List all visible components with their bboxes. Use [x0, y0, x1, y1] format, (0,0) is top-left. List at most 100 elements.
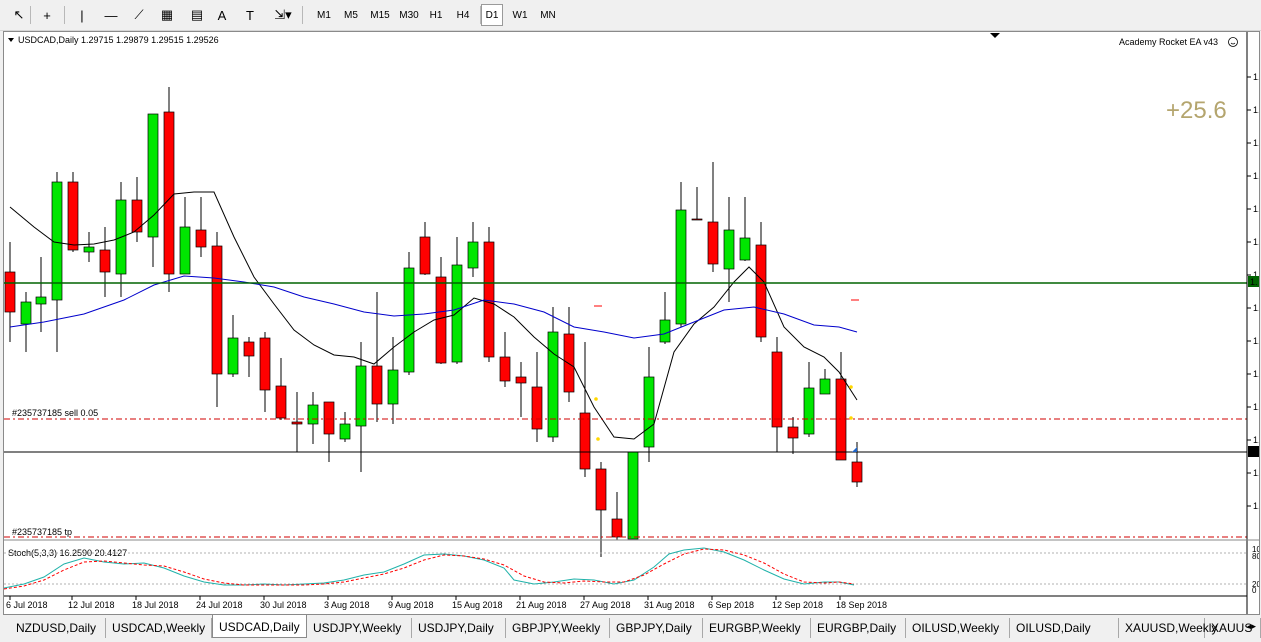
- bear-candle[interactable]: [163, 111, 175, 275]
- bear-candle[interactable]: [755, 244, 767, 338]
- text-label-tool-icon[interactable]: T: [240, 4, 260, 26]
- bear-candle[interactable]: [323, 401, 335, 435]
- chart-shift-marker-icon[interactable]: [990, 33, 1000, 38]
- bear-candle[interactable]: [787, 426, 799, 439]
- chart-tab[interactable]: USDJPY,Weekly: [307, 618, 412, 638]
- arrows-tool-icon[interactable]: ⇲▾: [268, 4, 298, 26]
- bull-candle[interactable]: [675, 209, 687, 325]
- chart-tab[interactable]: OILUSD,Daily: [1010, 618, 1119, 638]
- symbol-dropdown-icon[interactable]: [8, 38, 14, 42]
- toolbar-separator: [302, 6, 303, 24]
- bull-candle[interactable]: [179, 226, 191, 275]
- bear-candle[interactable]: [771, 351, 783, 428]
- bull-candle[interactable]: [83, 246, 95, 253]
- timeframe-button-d1[interactable]: D1: [481, 4, 503, 26]
- timeframe-button-m15[interactable]: M15: [367, 4, 393, 26]
- text-tool-icon[interactable]: A: [212, 4, 232, 26]
- bear-candle[interactable]: [371, 365, 383, 405]
- bear-candle[interactable]: [851, 461, 863, 483]
- toolbar-separator: [30, 6, 31, 24]
- chart-window[interactable]: 1.1.1.1.1.1.1.1.1.1.1.1.1.1.1.1.USDCAD,D…: [3, 31, 1260, 615]
- bull-candle[interactable]: [739, 237, 751, 261]
- bear-candle[interactable]: [99, 249, 111, 273]
- bull-candle[interactable]: [339, 423, 351, 440]
- price-axis-tick-label: 1.: [1253, 501, 1259, 511]
- chart-tab[interactable]: USDCAD,Daily: [212, 615, 307, 638]
- chart-tab[interactable]: USDCAD,Weekly: [106, 618, 212, 638]
- price-axis-tick-label: 1.: [1253, 303, 1259, 313]
- bull-candle[interactable]: [467, 241, 479, 269]
- bull-candle[interactable]: [819, 378, 831, 395]
- symbol-header: USDCAD,Daily 1.29715 1.29879 1.29515 1.2…: [18, 35, 219, 45]
- bull-candle[interactable]: [227, 337, 239, 375]
- bear-candle[interactable]: [579, 412, 591, 470]
- timeframe-button-h4[interactable]: H4: [453, 4, 473, 26]
- bear-candle[interactable]: [691, 218, 703, 221]
- chart-tab[interactable]: OILUSD,Weekly: [906, 618, 1010, 638]
- chart-tab[interactable]: XAUUSD,Weekly: [1119, 618, 1217, 638]
- crosshair-tool-icon[interactable]: +: [36, 4, 58, 26]
- time-axis-label: 21 Aug 2018: [516, 600, 567, 610]
- price-axis-tick-label: 1.: [1253, 237, 1259, 247]
- smiley-mouth: [1230, 42, 1236, 45]
- chart-tab[interactable]: GBPJPY,Daily: [610, 618, 703, 638]
- bull-candle[interactable]: [307, 404, 319, 425]
- timeframe-button-h1[interactable]: H1: [426, 4, 446, 26]
- order-arrow-icon: [852, 447, 857, 452]
- bear-candle[interactable]: [515, 376, 527, 384]
- bear-candle[interactable]: [291, 421, 303, 425]
- timeframe-button-m5[interactable]: M5: [340, 4, 362, 26]
- bear-candle[interactable]: [435, 276, 447, 364]
- time-axis-label: 12 Jul 2018: [68, 600, 115, 610]
- bear-candle[interactable]: [563, 333, 575, 393]
- bull-candle[interactable]: [451, 264, 463, 363]
- bear-candle[interactable]: [131, 199, 143, 233]
- timeframe-button-m1[interactable]: M1: [313, 4, 335, 26]
- bear-candle[interactable]: [595, 468, 607, 511]
- timeframe-button-mn[interactable]: MN: [537, 4, 559, 26]
- bear-candle[interactable]: [707, 221, 719, 265]
- stoch-level-label: 80: [1252, 552, 1259, 561]
- bear-candle[interactable]: [243, 341, 255, 357]
- equidistant-channel-tool-icon[interactable]: ▦: [156, 4, 178, 26]
- bear-candle[interactable]: [531, 386, 543, 430]
- bull-candle[interactable]: [723, 229, 735, 270]
- timeframe-button-m30[interactable]: M30: [397, 4, 421, 26]
- bear-candle[interactable]: [67, 181, 79, 251]
- bull-candle[interactable]: [35, 296, 47, 305]
- bear-candle[interactable]: [4, 271, 16, 313]
- bear-candle[interactable]: [195, 229, 207, 248]
- chart-tab[interactable]: GBPJPY,Weekly: [506, 618, 610, 638]
- bear-candle[interactable]: [259, 337, 271, 391]
- bull-candle[interactable]: [355, 365, 367, 427]
- vertical-line-tool-icon[interactable]: |: [74, 4, 90, 26]
- bear-candle[interactable]: [499, 356, 511, 382]
- chart-canvas[interactable]: 1.1.1.1.1.1.1.1.1.1.1.1.1.1.1.1.USDCAD,D…: [4, 32, 1259, 614]
- tab-scroll-arrows-icon[interactable]: ◂▸: [1247, 621, 1256, 632]
- bull-candle[interactable]: [643, 376, 655, 448]
- bear-candle[interactable]: [419, 236, 431, 275]
- chart-tab[interactable]: EURGBP,Weekly: [703, 618, 811, 638]
- chart-tab[interactable]: USDJPY,Daily: [412, 618, 506, 638]
- timeframe-button-w1[interactable]: W1: [509, 4, 531, 26]
- price-axis-tick-label: 1.: [1253, 72, 1259, 82]
- bear-candle[interactable]: [483, 241, 495, 358]
- bear-candle[interactable]: [611, 518, 623, 538]
- moving-average-fast-line: [9, 191, 858, 440]
- bear-candle[interactable]: [211, 245, 223, 375]
- bear-candle[interactable]: [275, 385, 287, 419]
- chart-tab[interactable]: EURGBP,Daily: [811, 618, 906, 638]
- bull-candle[interactable]: [803, 387, 815, 435]
- bull-candle[interactable]: [20, 301, 32, 325]
- bull-candle[interactable]: [547, 331, 559, 438]
- fibonacci-tool-icon[interactable]: ▤: [186, 4, 208, 26]
- price-axis-tick-label: 1.: [1253, 402, 1259, 412]
- time-axis-label: 18 Sep 2018: [836, 600, 887, 610]
- trendline-tool-icon[interactable]: ⟋: [128, 4, 150, 26]
- cursor-tool-icon[interactable]: ↖: [8, 4, 30, 26]
- horizontal-line-tool-icon[interactable]: —: [100, 4, 122, 26]
- bull-candle[interactable]: [627, 451, 639, 540]
- bull-candle[interactable]: [387, 369, 399, 405]
- chart-tab[interactable]: NZDUSD,Daily: [10, 618, 106, 638]
- bull-candle[interactable]: [659, 319, 671, 343]
